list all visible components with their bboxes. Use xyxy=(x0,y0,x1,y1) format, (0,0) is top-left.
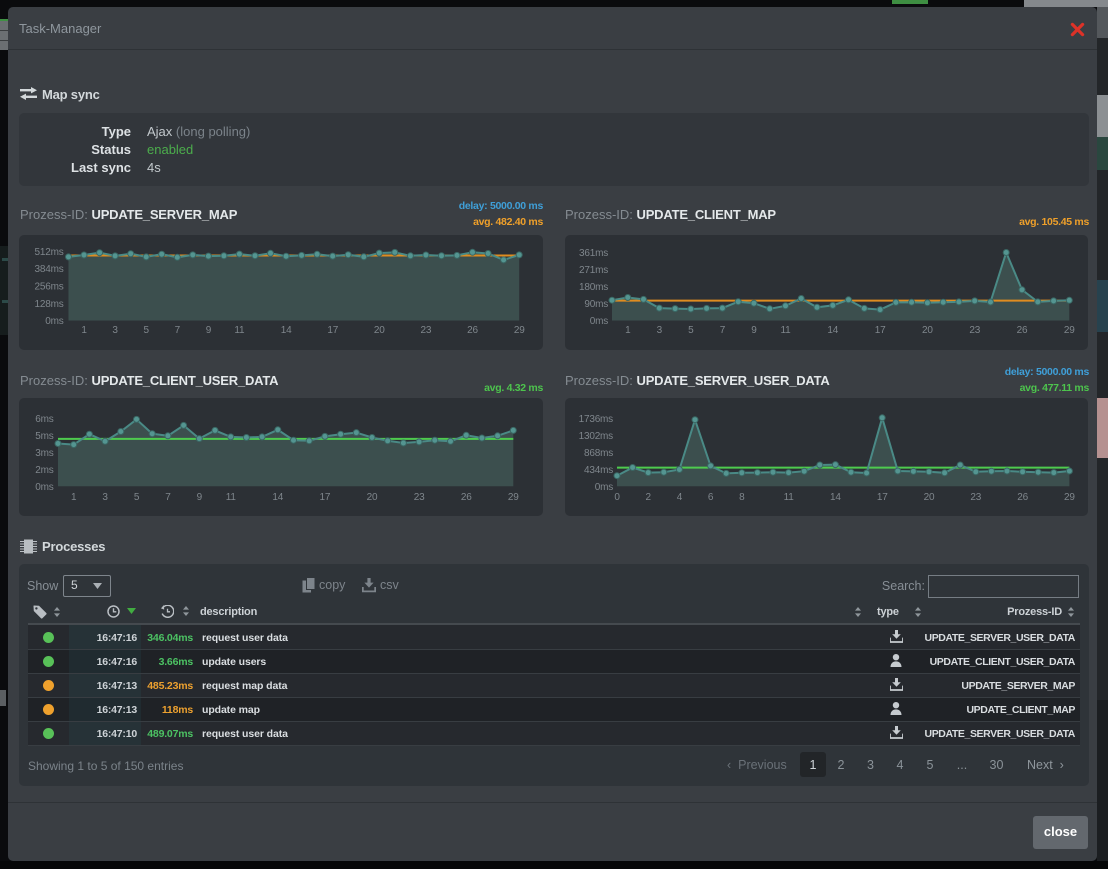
svg-text:26: 26 xyxy=(1017,492,1028,503)
svg-text:0ms: 0ms xyxy=(35,482,53,493)
svg-text:11: 11 xyxy=(226,492,237,503)
svg-text:1302ms: 1302ms xyxy=(579,431,614,442)
svg-text:11: 11 xyxy=(234,325,245,336)
svg-text:11: 11 xyxy=(781,325,792,336)
svg-text:26: 26 xyxy=(461,492,472,503)
svg-text:29: 29 xyxy=(1064,492,1075,503)
svg-text:20: 20 xyxy=(922,325,933,336)
svg-text:1736ms: 1736ms xyxy=(579,414,614,425)
svg-text:20: 20 xyxy=(924,492,935,503)
svg-text:23: 23 xyxy=(970,492,981,503)
svg-text:17: 17 xyxy=(875,325,886,336)
svg-text:5: 5 xyxy=(688,325,694,336)
svg-text:90ms: 90ms xyxy=(584,299,608,310)
svg-text:23: 23 xyxy=(414,492,425,503)
svg-text:20: 20 xyxy=(367,492,378,503)
svg-text:0: 0 xyxy=(614,492,620,503)
svg-text:7: 7 xyxy=(175,325,181,336)
svg-text:1: 1 xyxy=(625,325,631,336)
svg-text:180ms: 180ms xyxy=(579,282,608,293)
svg-text:128ms: 128ms xyxy=(34,299,63,310)
svg-text:6: 6 xyxy=(708,492,714,503)
svg-text:1: 1 xyxy=(71,492,77,503)
svg-text:17: 17 xyxy=(327,325,338,336)
svg-text:8: 8 xyxy=(739,492,745,503)
svg-text:26: 26 xyxy=(1017,325,1028,336)
svg-text:434ms: 434ms xyxy=(584,465,613,476)
svg-text:361ms: 361ms xyxy=(579,248,608,259)
svg-text:2: 2 xyxy=(646,492,652,503)
svg-text:4: 4 xyxy=(677,492,683,503)
svg-text:23: 23 xyxy=(969,325,980,336)
svg-text:512ms: 512ms xyxy=(34,247,63,258)
svg-text:5: 5 xyxy=(144,325,150,336)
svg-text:2ms: 2ms xyxy=(35,465,53,476)
svg-text:11: 11 xyxy=(784,492,795,503)
svg-text:256ms: 256ms xyxy=(34,282,63,293)
svg-text:1: 1 xyxy=(81,325,87,336)
svg-text:20: 20 xyxy=(374,325,385,336)
svg-text:6ms: 6ms xyxy=(35,414,53,425)
svg-text:9: 9 xyxy=(751,325,757,336)
svg-text:17: 17 xyxy=(320,492,331,503)
svg-text:384ms: 384ms xyxy=(34,264,63,275)
svg-text:26: 26 xyxy=(467,325,478,336)
svg-text:14: 14 xyxy=(272,492,283,503)
svg-text:3: 3 xyxy=(112,325,118,336)
svg-text:14: 14 xyxy=(830,492,841,503)
svg-text:271ms: 271ms xyxy=(579,265,608,276)
svg-text:5: 5 xyxy=(134,492,140,503)
svg-text:5ms: 5ms xyxy=(35,431,53,442)
svg-text:17: 17 xyxy=(877,492,888,503)
svg-text:0ms: 0ms xyxy=(590,316,608,327)
svg-text:7: 7 xyxy=(165,492,171,503)
svg-text:29: 29 xyxy=(1064,325,1075,336)
svg-text:23: 23 xyxy=(421,325,432,336)
svg-text:868ms: 868ms xyxy=(584,448,613,459)
svg-text:9: 9 xyxy=(206,325,212,336)
svg-text:3: 3 xyxy=(657,325,663,336)
svg-text:3ms: 3ms xyxy=(35,448,53,459)
svg-text:14: 14 xyxy=(827,325,838,336)
svg-text:3: 3 xyxy=(102,492,108,503)
svg-text:29: 29 xyxy=(514,325,525,336)
svg-text:7: 7 xyxy=(720,325,726,336)
svg-text:0ms: 0ms xyxy=(45,316,63,327)
svg-text:9: 9 xyxy=(197,492,203,503)
svg-text:29: 29 xyxy=(508,492,519,503)
svg-text:14: 14 xyxy=(281,325,292,336)
svg-text:0ms: 0ms xyxy=(595,482,613,493)
